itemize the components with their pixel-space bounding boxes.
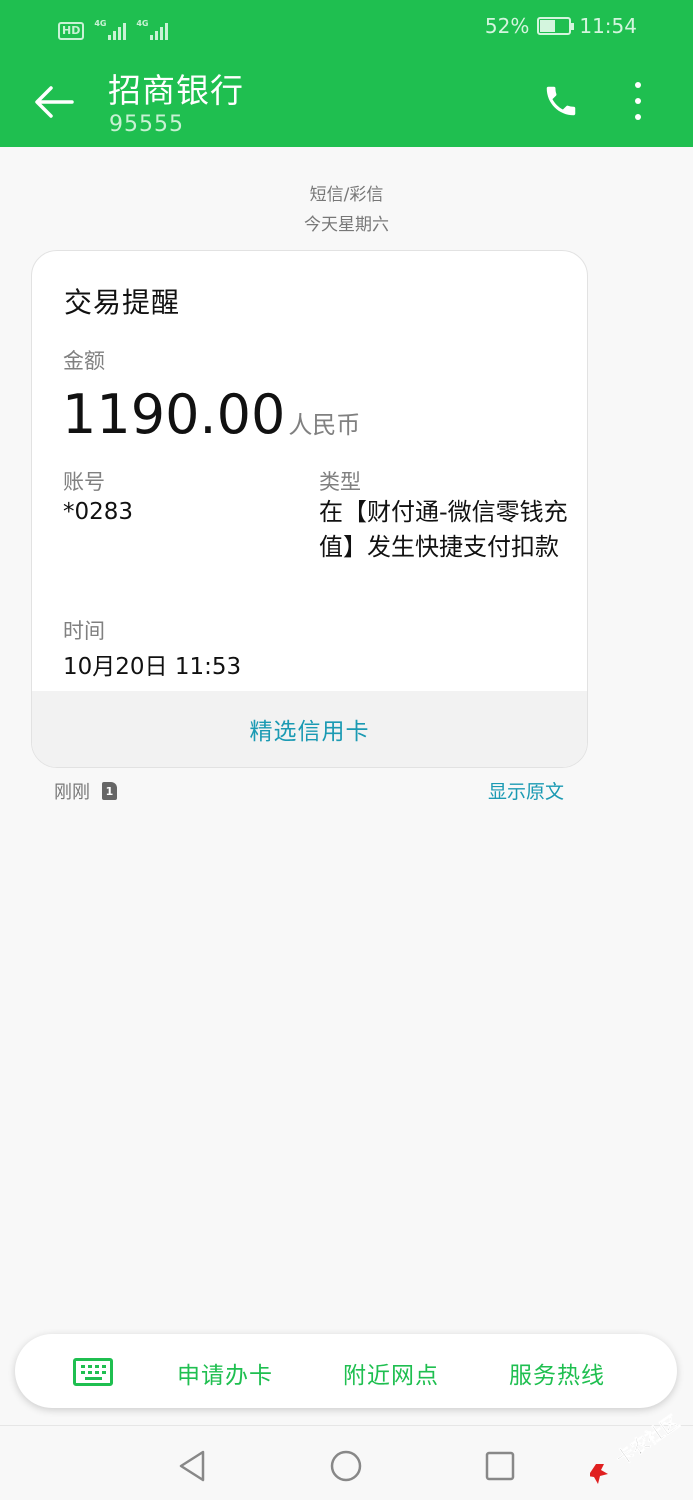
- contact-number: 95555: [109, 112, 184, 137]
- nav-recent-button[interactable]: [480, 1446, 520, 1486]
- more-options-button[interactable]: [620, 78, 656, 124]
- credit-card-link[interactable]: 精选信用卡: [32, 691, 587, 767]
- dot-icon: [635, 114, 641, 120]
- received-time: 刚刚: [54, 782, 90, 803]
- status-left: HD 4G 4G: [58, 14, 169, 40]
- svg-text:卡农社区: 卡农社区: [612, 1411, 684, 1470]
- status-right: 52% 11:54: [485, 14, 637, 38]
- show-original-link[interactable]: 显示原文: [488, 777, 564, 804]
- account-label: 账号: [63, 470, 105, 494]
- battery-icon: [537, 17, 575, 35]
- card-title: 交易提醒: [64, 286, 181, 319]
- message-status: 刚刚 1: [54, 778, 117, 804]
- battery-fill: [540, 20, 556, 32]
- arrow-left-icon: [35, 86, 74, 118]
- type-value: 在【财付通-微信零钱充值】发生快捷支付扣款: [319, 498, 568, 561]
- nav-home-button[interactable]: [326, 1446, 366, 1486]
- keyboard-icon[interactable]: [73, 1358, 113, 1386]
- time-label: 时间: [63, 619, 105, 643]
- type-label: 类型: [319, 470, 361, 494]
- message-channel: 短信/彩信: [309, 185, 384, 205]
- phone-icon: [546, 86, 576, 116]
- service-hotline-button[interactable]: 服务热线: [509, 1356, 605, 1390]
- quick-menu-bar: 申请办卡 附近网点 服务热线: [15, 1334, 677, 1408]
- network-type: 4G: [94, 19, 107, 28]
- apply-card-button[interactable]: 申请办卡: [177, 1356, 273, 1390]
- triangle-back-icon: [179, 1450, 205, 1482]
- square-recent-icon: [485, 1451, 515, 1481]
- account-value: *0283: [63, 499, 134, 525]
- nav-back-button[interactable]: [172, 1446, 212, 1486]
- contact-name: 招商银行: [108, 71, 244, 110]
- signal-icon: 4G: [94, 19, 127, 40]
- nearby-branches-button[interactable]: 附近网点: [343, 1356, 439, 1390]
- transaction-card[interactable]: 交易提醒 金额 1190.00 人民币 账号 *0283 类型 在【财付通-微信…: [31, 250, 588, 768]
- signal-icon: 4G: [136, 19, 169, 40]
- app-header: HD 4G 4G 52% 11:54 招商银行 95555: [0, 0, 693, 147]
- hd-badge: HD: [58, 22, 85, 40]
- status-bar: HD 4G 4G 52% 11:54: [0, 0, 693, 56]
- amount-value: 1190.00: [62, 383, 286, 446]
- message-date: 今天星期六: [304, 215, 389, 235]
- clock: 11:54: [579, 14, 637, 38]
- dot-icon: [635, 82, 641, 88]
- network-type: 4G: [136, 19, 149, 28]
- amount-label: 金额: [63, 349, 105, 373]
- sim-card-icon: 1: [102, 782, 117, 800]
- battery-percent: 52%: [484, 14, 530, 38]
- circle-home-icon: [330, 1450, 362, 1482]
- dot-icon: [635, 98, 641, 104]
- sim-number: 1: [105, 784, 114, 798]
- call-button[interactable]: [538, 78, 584, 124]
- amount-unit: 人民币: [288, 411, 361, 439]
- time-value: 10月20日 11:53: [63, 654, 242, 680]
- amount: 1190.00 人民币: [62, 383, 360, 446]
- watermark-logo: 卡农社区: [590, 1410, 684, 1484]
- back-button[interactable]: [30, 78, 78, 126]
